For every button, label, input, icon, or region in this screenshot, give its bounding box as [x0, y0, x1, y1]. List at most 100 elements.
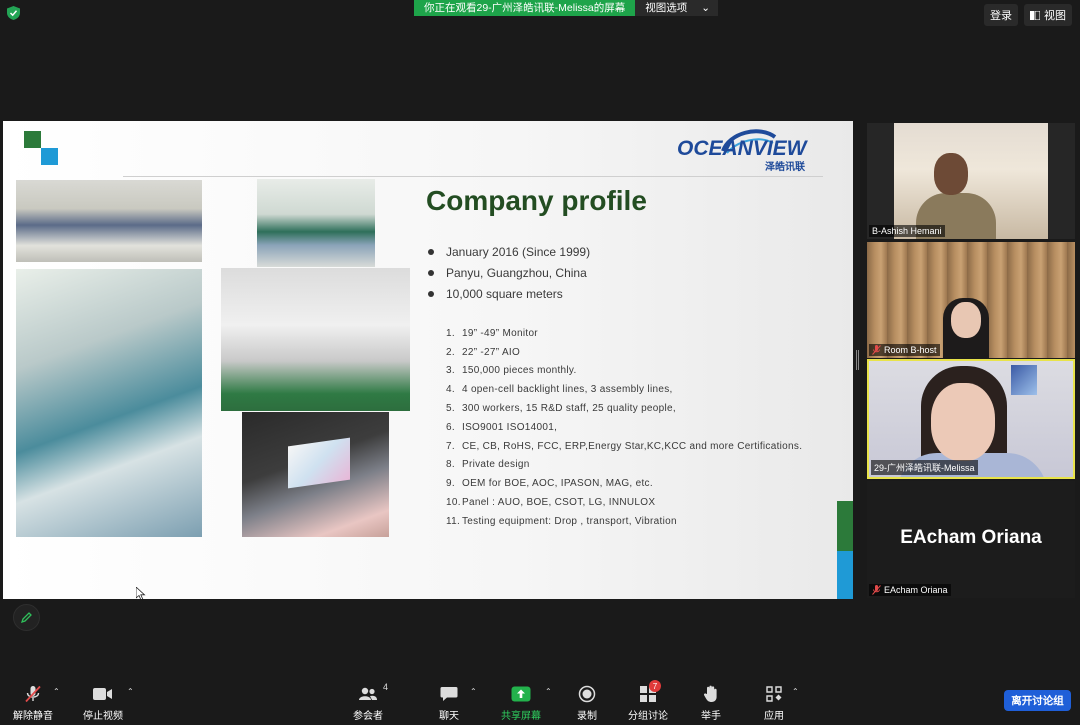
shared-screen-slide[interactable]: OCEANVIEW 泽皓讯联 Company profile January 2…	[3, 121, 853, 599]
bullet-dot	[428, 269, 434, 276]
share-options-caret-icon[interactable]: ⌃	[545, 687, 552, 696]
unmute-label: 解除静音	[13, 711, 53, 722]
meeting-toolbar: 解除静音 ⌃ 停止视频 ⌃ 4 参会者 聊天 ⌃ 共享屏幕 ⌃ 录制 7 分组讨…	[0, 680, 1080, 725]
participants-label: 参会者	[353, 711, 383, 722]
unmute-button[interactable]: 解除静音	[13, 684, 53, 722]
grid-view-icon	[1030, 10, 1040, 20]
share-screen-icon	[511, 684, 531, 704]
participant-tile[interactable]: EAcham Oriana EAcham Oriana	[867, 481, 1075, 598]
participants-button[interactable]: 4 参会者	[353, 682, 388, 722]
mic-muted-icon	[872, 345, 881, 355]
login-label: 登录	[990, 10, 1012, 22]
mic-muted-icon	[872, 585, 881, 595]
share-screen-button[interactable]: 共享屏幕	[501, 684, 541, 722]
stop-video-button[interactable]: 停止视频	[83, 684, 123, 722]
hand-icon	[703, 684, 719, 704]
participant-tile-active-speaker[interactable]: 29-广州泽皓讯联-Melissa	[867, 359, 1075, 479]
participant-tile[interactable]: Room B-host	[867, 242, 1075, 358]
video-person-face	[951, 302, 981, 338]
record-icon	[578, 684, 596, 704]
breakout-rooms-button[interactable]: 7 分组讨论	[628, 680, 668, 722]
item-number: 5.	[446, 403, 455, 415]
list-item: 2. 22” -27” AIO	[446, 343, 802, 362]
participant-name-tag: EAcham Oriana	[869, 584, 951, 596]
shield-icon[interactable]	[7, 6, 20, 20]
list-item: 5. 300 workers, 15 R&D staff, 25 quality …	[446, 399, 802, 418]
bullet-item: January 2016 (Since 1999)	[428, 241, 590, 262]
breakout-rooms-icon: 7	[639, 680, 661, 704]
wall-poster	[1011, 365, 1037, 395]
logo-square-blue	[41, 148, 58, 165]
item-text: Panel : AUO, BOE, CSOT, LG, INNULOX	[462, 497, 656, 509]
item-text: 300 workers, 15 R&D staff, 25 quality pe…	[462, 403, 676, 415]
bullet-text: 10,000 square meters	[446, 286, 563, 301]
factory-photo-team	[16, 180, 202, 262]
item-number: 2.	[446, 346, 455, 358]
leave-breakout-button[interactable]: 离开讨论组	[1004, 690, 1071, 711]
breakout-rooms-label: 分组讨论	[628, 711, 668, 722]
monitor-screen	[288, 437, 350, 489]
header-divider	[123, 176, 823, 177]
list-item: 8. Private design	[446, 456, 802, 475]
chat-button[interactable]: 聊天	[439, 684, 459, 722]
accent-bar-green	[837, 501, 853, 551]
camera-icon	[93, 684, 113, 704]
apps-button[interactable]: 应用	[764, 684, 784, 722]
participant-name: Room B-host	[884, 345, 937, 355]
stop-video-label: 停止视频	[83, 711, 123, 722]
view-options-button[interactable]: 视图选项 ⌄	[635, 0, 719, 16]
list-item: 9. OEM for BOE, AOC, IPASON, MAG, etc.	[446, 474, 802, 493]
factory-photo-assembly	[16, 269, 202, 537]
list-item: 6. ISO9001 ISO14001,	[446, 418, 802, 437]
item-text: OEM for BOE, AOC, IPASON, MAG, etc.	[462, 478, 653, 490]
item-number: 10.	[446, 497, 461, 509]
leave-label: 离开讨论组	[1011, 695, 1064, 707]
participant-name-tag: Room B-host	[869, 344, 940, 356]
raise-hand-label: 举手	[701, 711, 721, 722]
list-item: 1. 19” -49” Monitor	[446, 324, 802, 343]
bullet-text: January 2016 (Since 1999)	[446, 244, 591, 259]
brand-name-cn: 泽皓讯联	[765, 162, 805, 173]
item-number: 9.	[446, 478, 455, 490]
item-number: 8.	[446, 459, 455, 471]
item-number: 6.	[446, 421, 455, 433]
apps-options-caret-icon[interactable]: ⌃	[792, 687, 799, 696]
participant-name: 29-广州泽皓讯联-Melissa	[874, 463, 975, 473]
accent-bar-blue	[837, 551, 853, 599]
annotate-button[interactable]	[13, 604, 40, 631]
mic-muted-icon	[24, 684, 42, 704]
bullet-item: 10,000 square meters	[428, 283, 590, 304]
bullet-dot	[428, 248, 434, 255]
video-person-face	[931, 383, 995, 461]
apps-icon	[765, 684, 783, 704]
audio-options-caret-icon[interactable]: ⌃	[53, 687, 60, 696]
item-number: 7.	[446, 440, 455, 452]
item-text: 4 open-cell backlight lines, 3 assembly …	[462, 384, 673, 396]
factory-photo-cleanroom	[221, 268, 410, 411]
view-button[interactable]: 视图	[1024, 4, 1072, 26]
item-number: 11.	[446, 515, 461, 527]
list-item: 3. 150,000 pieces monthly.	[446, 362, 802, 381]
item-text: Private design	[462, 459, 530, 471]
record-button[interactable]: 录制	[577, 684, 597, 722]
login-button[interactable]: 登录	[984, 4, 1018, 26]
participant-name-tag: B-Ashish Hemani	[869, 225, 945, 237]
logo-square-green	[24, 131, 41, 148]
item-text: Testing equipment: Drop , transport, Vib…	[462, 515, 677, 527]
screen-share-banner: 你正在观看29-广州泽皓讯联-Melissa的屏幕 视图选项 ⌄	[414, 0, 719, 16]
video-options-caret-icon[interactable]: ⌃	[127, 687, 134, 696]
participant-tile[interactable]: B-Ashish Hemani	[867, 123, 1075, 239]
bullet-dot	[428, 290, 434, 297]
list-item: 4. 4 open-cell backlight lines, 3 assembl…	[446, 380, 802, 399]
pencil-icon	[20, 612, 32, 624]
bullet-text: Panyu, Guangzhou, China	[446, 265, 587, 280]
numbered-list: 1. 19” -49” Monitor 2. 22” -27” AIO 3. 150,…	[446, 324, 802, 531]
raise-hand-button[interactable]: 举手	[701, 684, 721, 722]
participants-count: 4	[382, 682, 388, 692]
participant-video	[867, 242, 1075, 358]
factory-photo-testing	[242, 412, 389, 537]
panel-resize-handle[interactable]	[856, 350, 859, 370]
breakout-badge: 7	[649, 680, 661, 692]
chat-options-caret-icon[interactable]: ⌃	[470, 687, 477, 696]
item-text: 22” -27” AIO	[462, 346, 521, 358]
